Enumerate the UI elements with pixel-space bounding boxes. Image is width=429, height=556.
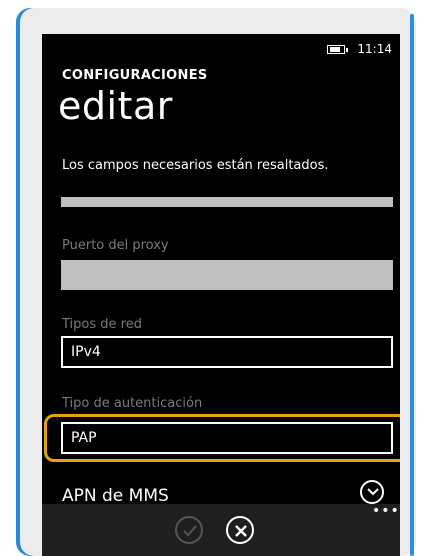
app-title: CONFIGURACIONES xyxy=(62,68,208,83)
cancel-button[interactable] xyxy=(226,516,254,544)
required-fields-hint: Los campos necesarios están resaltados. xyxy=(62,158,329,173)
auth-type-label: Tipo de autenticación xyxy=(62,396,203,411)
frame-accent-edge xyxy=(410,14,414,556)
status-bar: 11:14 xyxy=(327,42,392,56)
page-title: editar xyxy=(58,84,173,128)
chevron-down-icon[interactable] xyxy=(360,480,384,504)
status-time: 11:14 xyxy=(357,42,392,56)
apn-mms-section[interactable]: APN de MMS xyxy=(62,486,169,506)
close-icon xyxy=(235,525,247,537)
more-options-button[interactable]: ••• xyxy=(372,504,400,518)
battery-charging-icon xyxy=(327,44,349,54)
proxy-port-input[interactable] xyxy=(61,260,393,290)
chevron-down-glyph xyxy=(367,488,379,496)
app-bar: ••• xyxy=(42,504,400,556)
previous-field-input[interactable] xyxy=(61,197,393,207)
phone-screen: 11:14 CONFIGURACIONES editar Los campos … xyxy=(42,34,400,556)
network-types-label: Tipos de red xyxy=(62,317,142,332)
save-button[interactable] xyxy=(175,516,203,544)
proxy-port-label: Puerto del proxy xyxy=(62,238,169,253)
checkmark-icon xyxy=(183,525,197,537)
network-types-field[interactable]: IPv4 xyxy=(61,336,393,368)
auth-type-field[interactable]: PAP xyxy=(61,422,393,454)
